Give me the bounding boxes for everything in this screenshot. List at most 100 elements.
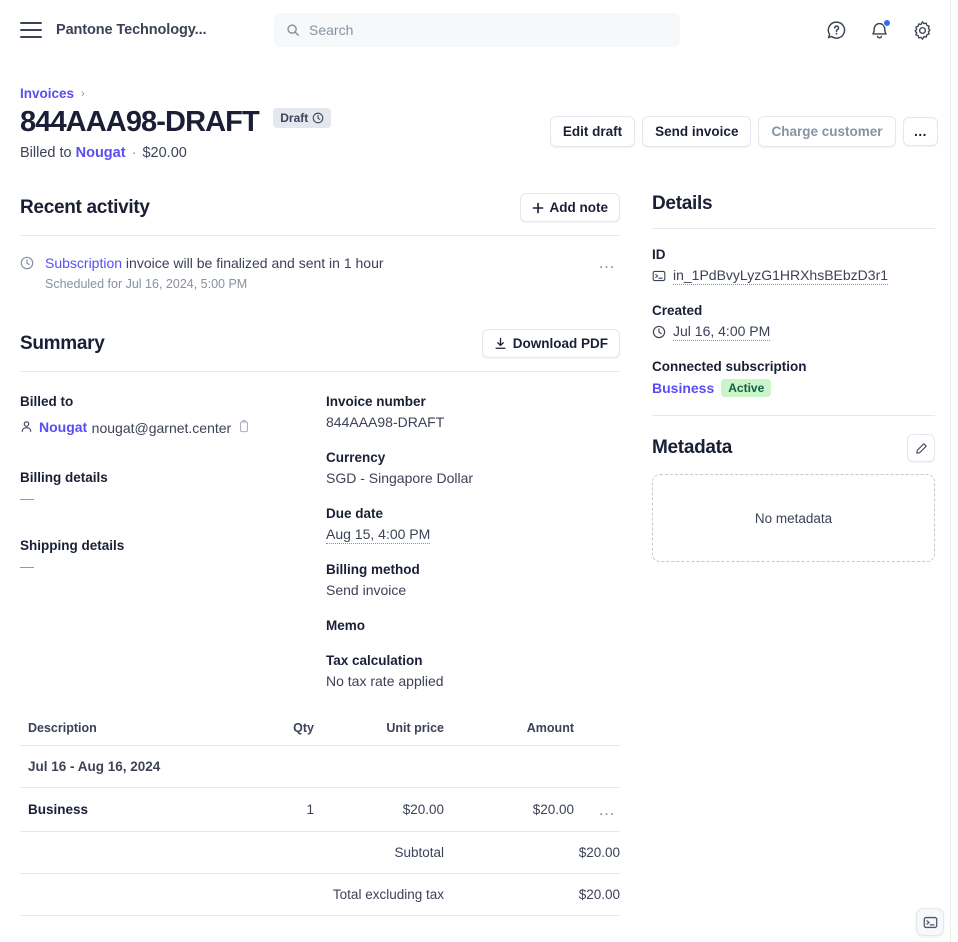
row-amount: $20.00 (444, 788, 574, 832)
subtotal-value: $20.00 (444, 832, 620, 874)
row-qty: 1 (224, 788, 314, 832)
plus-icon (532, 202, 544, 214)
subtitle-separator: · (132, 145, 137, 161)
copy-icon[interactable] (238, 420, 250, 436)
activity-text: Subscription invoice will be finalized a… (45, 254, 583, 273)
hamburger-menu-icon[interactable] (20, 22, 42, 38)
details-title: Details (652, 193, 712, 215)
edit-draft-button[interactable]: Edit draft (550, 116, 635, 147)
activity-body: Subscription invoice will be finalized a… (45, 254, 583, 291)
recent-activity-title: Recent activity (20, 197, 150, 219)
details-subscription-field: Connected subscription Business Active (652, 359, 935, 397)
status-badge-label: Draft (280, 111, 308, 125)
field-billing-method-value: Send invoice (326, 582, 632, 598)
help-circle-icon[interactable] (826, 20, 847, 41)
search-icon (286, 23, 300, 37)
field-due-date-label: Due date (326, 506, 632, 521)
summary-left-column: Billed to Nougat nougat@garnet.center (20, 394, 326, 709)
download-icon (494, 337, 507, 350)
total-excluding-tax-value: $20.00 (444, 874, 620, 916)
table-group-row: Jul 16 - Aug 16, 2024 (20, 746, 620, 788)
connected-subscription-link[interactable]: Business (652, 380, 714, 396)
field-invoice-number: Invoice number 844AAA98-DRAFT (326, 394, 632, 430)
status-badge: Draft (273, 108, 331, 128)
field-memo-label: Memo (326, 618, 632, 633)
items-table-header-row: Description Qty Unit price Amount (20, 713, 620, 746)
table-row: Business 1 $20.00 $20.00 … (20, 788, 620, 832)
billed-to-customer-link[interactable]: Nougat (39, 419, 87, 435)
edit-metadata-button[interactable] (907, 434, 935, 462)
group-period-label: Jul 16 - Aug 16, 2024 (20, 746, 620, 788)
activity-menu-button[interactable]: … (594, 254, 620, 271)
field-billing-details: Billing details — (20, 470, 326, 506)
billed-to-prefix: Billed to (20, 145, 72, 161)
field-due-date: Due date Aug 15, 4:00 PM (326, 506, 632, 542)
total-excluding-tax-label: Total excluding tax (224, 874, 444, 916)
metadata-empty-text: No metadata (755, 511, 832, 526)
terminal-icon (923, 915, 938, 930)
developer-terminal-button[interactable] (916, 908, 944, 936)
field-tax-calculation: Tax calculation No tax rate applied (326, 653, 632, 689)
page-header-row: 844AAA98-DRAFT Draft Billed to Nougat · … (20, 106, 938, 161)
brand-name[interactable]: Pantone Technology... (56, 22, 206, 38)
page-title: 844AAA98-DRAFT (20, 106, 259, 139)
subtotal-row: Subtotal $20.00 (20, 832, 620, 874)
activity-subscription-link[interactable]: Subscription (45, 255, 122, 271)
details-created-field: Created Jul 16, 4:00 PM (652, 303, 935, 341)
pencil-icon (915, 442, 928, 455)
field-billing-details-label: Billing details (20, 470, 326, 485)
field-shipping-details-label: Shipping details (20, 538, 326, 553)
more-actions-button[interactable]: … (903, 117, 939, 147)
field-memo: Memo (326, 618, 632, 633)
summary-title: Summary (20, 333, 105, 355)
activity-item: Subscription invoice will be finalized a… (20, 236, 620, 291)
content-columns: Recent activity Add note (20, 193, 938, 916)
send-invoice-button[interactable]: Send invoice (642, 116, 751, 147)
details-id-value[interactable]: in_1PdBvyLyzG1HRXhsBEbzD3r1 (673, 267, 888, 285)
row-unit-price: $20.00 (314, 788, 444, 832)
add-note-button[interactable]: Add note (520, 193, 621, 222)
row-description: Business (20, 788, 224, 832)
charge-customer-button: Charge customer (758, 116, 895, 147)
download-pdf-button[interactable]: Download PDF (482, 329, 620, 358)
subtotal-label: Subtotal (224, 832, 444, 874)
details-created-value[interactable]: Jul 16, 4:00 PM (673, 323, 770, 341)
field-tax-calculation-value: No tax rate applied (326, 673, 632, 689)
items-table-head: Description Qty Unit price Amount (20, 713, 620, 746)
customer-link[interactable]: Nougat (76, 145, 126, 161)
summary-fields: Billed to Nougat nougat@garnet.center (20, 394, 620, 709)
activity-text-rest: invoice will be finalized and sent in 1 … (122, 255, 384, 271)
column-header-amount: Amount (444, 713, 574, 746)
invoice-items-table: Description Qty Unit price Amount Jul 16… (20, 713, 620, 916)
details-header: Details (652, 193, 935, 229)
customer-email: nougat@garnet.center (92, 420, 232, 436)
metadata-empty-box: No metadata (652, 474, 935, 562)
details-subscription-label: Connected subscription (652, 359, 935, 374)
field-billed-to-label: Billed to (20, 394, 326, 409)
search-bar[interactable] (274, 13, 680, 47)
search-input[interactable] (309, 22, 668, 38)
clock-icon (312, 112, 324, 124)
field-billed-to-value: Nougat (20, 419, 87, 435)
field-invoice-number-label: Invoice number (326, 394, 632, 409)
row-menu-button[interactable]: … (594, 800, 620, 819)
topbar-icon-group (826, 20, 938, 41)
field-tax-calculation-label: Tax calculation (326, 653, 632, 668)
recent-activity-header: Recent activity Add note (20, 193, 620, 236)
details-id-label: ID (652, 247, 935, 262)
gear-icon[interactable] (912, 20, 933, 41)
field-due-date-value[interactable]: Aug 15, 4:00 PM (326, 526, 430, 544)
scrollbar-track[interactable] (950, 0, 958, 942)
main-column: Recent activity Add note (20, 193, 620, 916)
page-header-titles: 844AAA98-DRAFT Draft Billed to Nougat · … (20, 106, 550, 161)
breadcrumb-invoices-link[interactable]: Invoices (20, 86, 74, 101)
metadata-header: Metadata (652, 434, 935, 462)
summary-right-column: Invoice number 844AAA98-DRAFT Currency S… (326, 394, 632, 709)
activity-subtext: Scheduled for Jul 16, 2024, 5:00 PM (45, 277, 583, 291)
field-billing-method-label: Billing method (326, 562, 632, 577)
bell-icon[interactable] (869, 20, 890, 41)
field-billing-details-value: — (20, 490, 326, 506)
invoice-amount: $20.00 (142, 145, 186, 161)
page-subtitle: Billed to Nougat · $20.00 (20, 145, 550, 161)
page-body: Invoices › 844AAA98-DRAFT Draft Billed t… (0, 86, 958, 916)
